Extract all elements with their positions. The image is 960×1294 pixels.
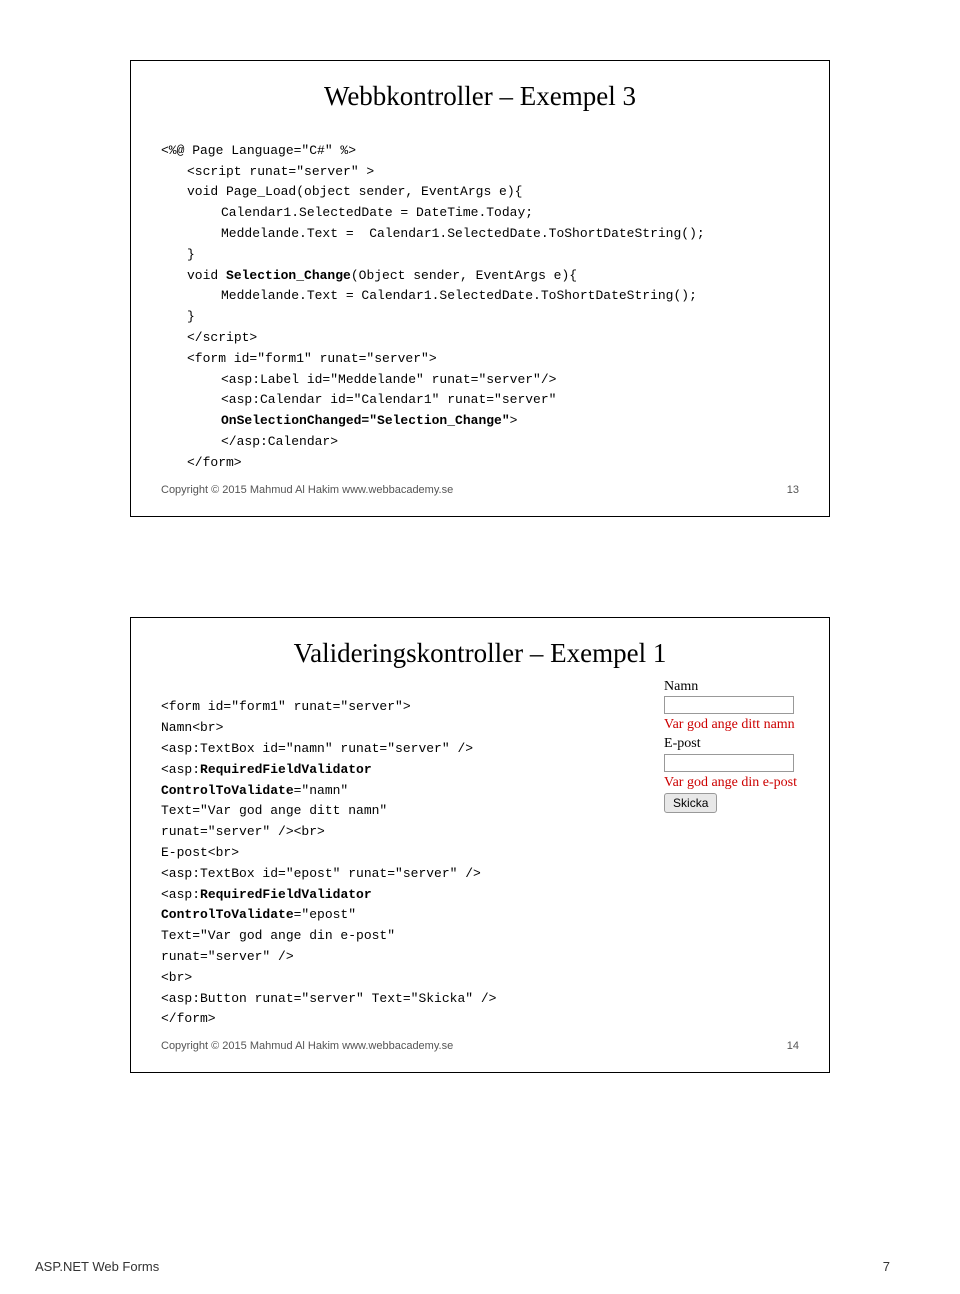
slide-number: 13 (787, 484, 799, 496)
code-line: <asp:Button runat="server" Text="Skicka"… (161, 991, 496, 1006)
code-line: runat="server" /><br> (161, 824, 325, 839)
code-line: Namn<br> (161, 720, 223, 735)
code-line: <asp:RequiredFieldValidator (161, 762, 372, 777)
code-line: <%@ Page Language="C#" %> (161, 143, 356, 158)
code-line: </asp:Calendar> (161, 432, 338, 453)
code-line: } (161, 307, 195, 328)
code-line: } (161, 245, 195, 266)
code-line: </script> (161, 328, 257, 349)
code-line: void Page_Load(object sender, EventArgs … (161, 182, 522, 203)
slide-title: Valideringskontroller – Exempel 1 (161, 638, 799, 669)
page-number: 7 (883, 1259, 890, 1274)
code-line: <asp:TextBox id="epost" runat="server" /… (161, 866, 481, 881)
code-line: <br> (161, 970, 192, 985)
copyright-text: Copyright © 2015 Mahmud Al Hakim www.web… (161, 1040, 453, 1052)
code-line: Text="Var god ange din e-post" (161, 928, 395, 943)
code-line: <asp:Label id="Meddelande" runat="server… (161, 370, 556, 391)
name-input[interactable] (664, 696, 794, 714)
code-block: <%@ Page Language="C#" %> <script runat=… (161, 120, 799, 474)
code-line: <asp:RequiredFieldValidator (161, 887, 372, 902)
name-label: Namn (664, 678, 797, 697)
code-line: ControlToValidate="namn" (161, 783, 348, 798)
email-input[interactable] (664, 754, 794, 772)
code-line: Meddelande.Text = Calendar1.SelectedDate… (161, 286, 697, 307)
slide-number: 14 (787, 1040, 799, 1052)
email-label: E-post (664, 735, 797, 754)
code-line: <form id="form1" runat="server"> (161, 349, 437, 370)
code-line: </form> (161, 453, 242, 474)
slide-1: Webbkontroller – Exempel 3 <%@ Page Lang… (130, 60, 830, 517)
email-error: Var god ange din e-post (664, 774, 797, 793)
code-line: E-post<br> (161, 845, 239, 860)
code-line: Text="Var god ange ditt namn" (161, 803, 387, 818)
code-line: Calendar1.SelectedDate = DateTime.Today; (161, 203, 533, 224)
code-line: </form> (161, 1011, 216, 1026)
code-line: <asp:Calendar id="Calendar1" runat="serv… (161, 390, 556, 411)
page-footer: ASP.NET Web Forms 7 (35, 1259, 890, 1274)
code-line: OnSelectionChanged="Selection_Change"> (161, 411, 517, 432)
code-line: runat="server" /> (161, 949, 294, 964)
code-line: <form id="form1" runat="server"> (161, 699, 411, 714)
code-line: <asp:TextBox id="namn" runat="server" /> (161, 741, 473, 756)
code-line: void Selection_Change(Object sender, Eve… (161, 266, 577, 287)
name-error: Var god ange ditt namn (664, 716, 797, 735)
copyright-text: Copyright © 2015 Mahmud Al Hakim www.web… (161, 484, 453, 496)
slide-footer: Copyright © 2015 Mahmud Al Hakim www.web… (161, 484, 799, 496)
submit-button[interactable]: Skicka (664, 793, 717, 813)
slide-footer: Copyright © 2015 Mahmud Al Hakim www.web… (161, 1040, 799, 1052)
code-line: ControlToValidate="epost" (161, 907, 356, 922)
slide-2: Valideringskontroller – Exempel 1 Namn V… (130, 617, 830, 1074)
code-line: <script runat="server" > (161, 162, 374, 183)
form-demo: Namn Var god ange ditt namn E-post Var g… (664, 678, 797, 814)
code-line: Meddelande.Text = Calendar1.SelectedDate… (161, 224, 705, 245)
doc-title: ASP.NET Web Forms (35, 1259, 159, 1274)
slide-title: Webbkontroller – Exempel 3 (161, 81, 799, 112)
